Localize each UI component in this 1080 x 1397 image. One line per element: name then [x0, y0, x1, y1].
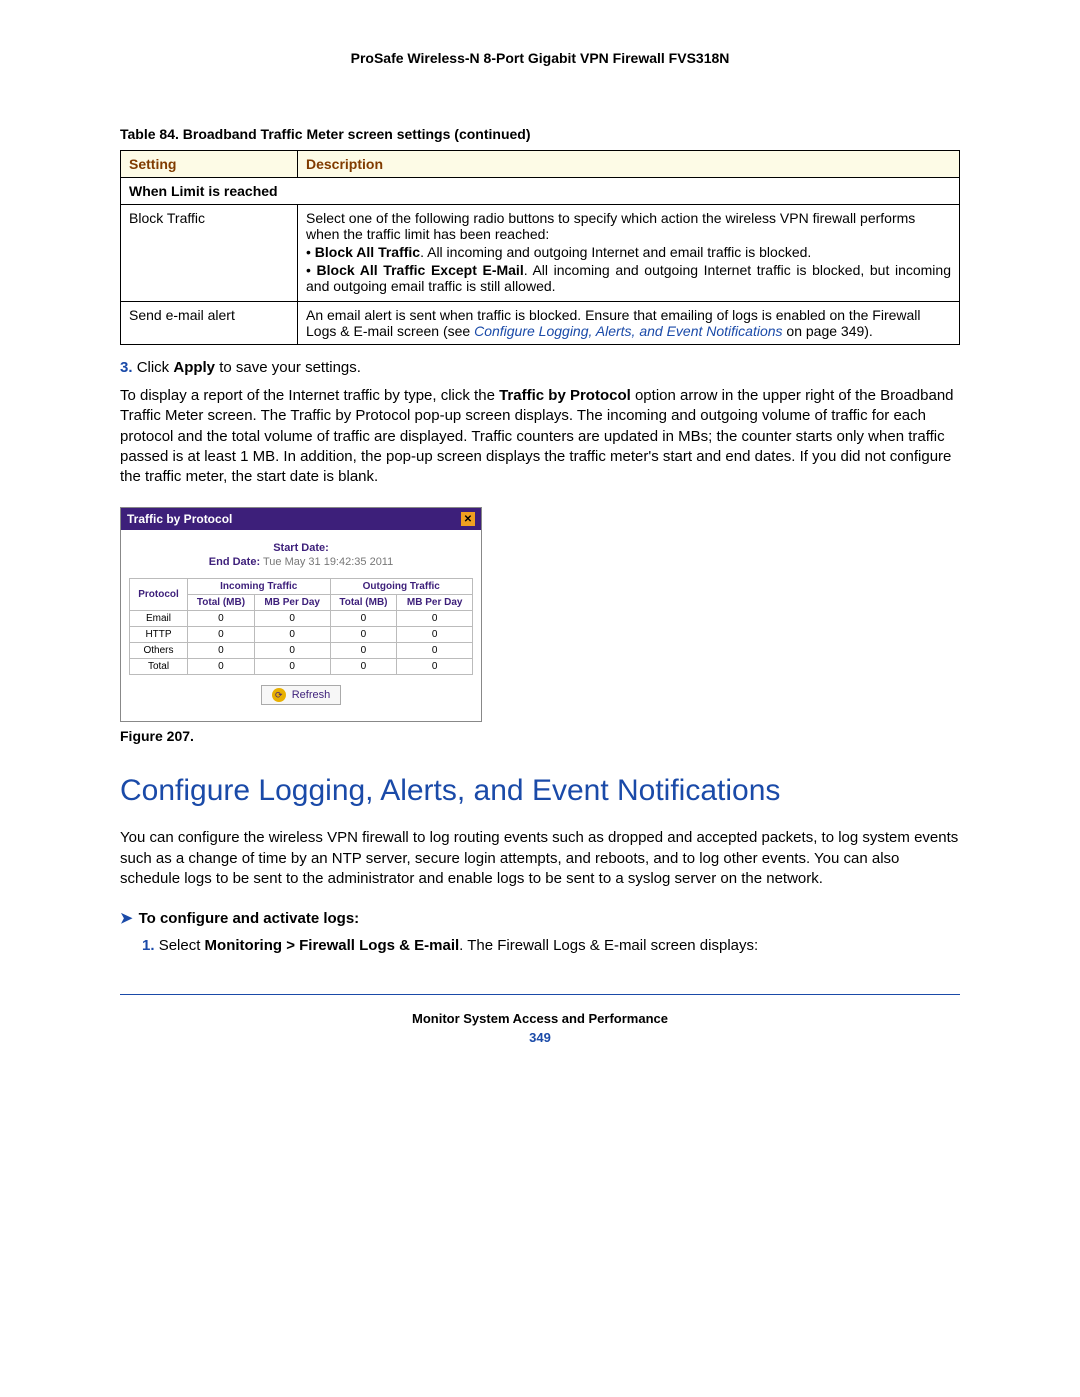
table-row: Others 0 0 0 0 [130, 643, 473, 659]
cell-protocol: Others [130, 643, 188, 659]
footer-rule [120, 994, 960, 995]
popup-body: Start Date: End Date: Tue May 31 19:42:3… [121, 530, 481, 721]
end-date-value: Tue May 31 19:42:35 2011 [263, 556, 393, 568]
cell-value: 0 [188, 611, 255, 627]
step-bold: Monitoring > Firewall Logs & E-mail [205, 937, 460, 954]
cell-value: 0 [254, 611, 330, 627]
desc-post: on page 349). [783, 323, 873, 339]
step-number: 3. [120, 359, 133, 376]
cell-value: 0 [254, 627, 330, 643]
cell-description: Select one of the following radio button… [298, 205, 960, 302]
step-pre: Click [137, 359, 174, 376]
cell-value: 0 [330, 659, 397, 675]
body-paragraph: To display a report of the Internet traf… [120, 386, 960, 487]
settings-table: Setting Description When Limit is reache… [120, 150, 960, 345]
traffic-table: Protocol Incoming Traffic Outgoing Traff… [129, 578, 473, 675]
cell-value: 0 [188, 627, 255, 643]
cell-setting: Block Traffic [121, 205, 298, 302]
cross-ref-link[interactable]: Configure Logging, Alerts, and Event Not… [474, 323, 782, 339]
cell-protocol: Email [130, 611, 188, 627]
table-caption: Table 84. Broadband Traffic Meter screen… [120, 126, 960, 142]
section-label: When Limit is reached [121, 178, 960, 205]
desc-intro: Select one of the following radio button… [306, 210, 951, 242]
end-date-label: End Date: [209, 556, 260, 568]
popup-title: Traffic by Protocol [127, 512, 232, 526]
table-row: Block Traffic Select one of the followin… [121, 205, 960, 302]
table-row: Send e-mail alert An email alert is sent… [121, 302, 960, 345]
step-1: 1. Select Monitoring > Firewall Logs & E… [142, 937, 960, 954]
step-post: . The Firewall Logs & E-mail screen disp… [459, 937, 758, 954]
refresh-icon: ⟳ [272, 688, 286, 702]
bullet-item: • Block All Traffic Except E-Mail. All i… [306, 262, 951, 294]
step-bold: Apply [173, 359, 215, 376]
table-row: HTTP 0 0 0 0 [130, 627, 473, 643]
popup-titlebar: Traffic by Protocol ✕ [121, 508, 481, 530]
refresh-label: Refresh [292, 689, 331, 701]
th-incoming: Incoming Traffic [188, 579, 330, 595]
th-setting: Setting [121, 151, 298, 178]
cell-value: 0 [188, 643, 255, 659]
step-3: 3. Click Apply to save your settings. [120, 359, 960, 376]
th-description: Description [298, 151, 960, 178]
bullet-bold: Block All Traffic Except E-Mail [317, 262, 524, 278]
cell-value: 0 [330, 627, 397, 643]
procedure-heading: ➤ To configure and activate logs: [120, 909, 960, 927]
cell-value: 0 [254, 659, 330, 675]
step-post: to save your settings. [215, 359, 361, 376]
th-protocol: Protocol [130, 579, 188, 611]
procedure-title: To configure and activate logs: [139, 910, 360, 927]
table-row: Email 0 0 0 0 [130, 611, 473, 627]
footer-title: Monitor System Access and Performance [120, 1011, 960, 1026]
th-out-total: Total (MB) [330, 595, 397, 611]
cell-value: 0 [330, 611, 397, 627]
step-number: 1. [142, 937, 155, 954]
arrow-icon: ➤ [120, 910, 133, 927]
refresh-button[interactable]: ⟳ Refresh [261, 685, 342, 705]
th-out-perday: MB Per Day [397, 595, 473, 611]
bullet-bold: Block All Traffic [315, 244, 420, 260]
cell-value: 0 [188, 659, 255, 675]
section-paragraph: You can configure the wireless VPN firew… [120, 828, 960, 889]
th-in-perday: MB Per Day [254, 595, 330, 611]
cell-value: 0 [397, 643, 473, 659]
traffic-popup: Traffic by Protocol ✕ Start Date: End Da… [120, 507, 482, 722]
cell-value: 0 [397, 627, 473, 643]
page: ProSafe Wireless-N 8-Port Gigabit VPN Fi… [0, 0, 1080, 1085]
th-outgoing: Outgoing Traffic [330, 579, 473, 595]
cell-setting: Send e-mail alert [121, 302, 298, 345]
cell-value: 0 [397, 659, 473, 675]
step-pre: Select [159, 937, 205, 954]
cell-description: An email alert is sent when traffic is b… [298, 302, 960, 345]
cell-value: 0 [330, 643, 397, 659]
section-heading: Configure Logging, Alerts, and Event Not… [120, 774, 960, 808]
figure-caption: Figure 207. [120, 728, 960, 744]
table-row: Total 0 0 0 0 [130, 659, 473, 675]
cell-value: 0 [397, 611, 473, 627]
para-pre: To display a report of the Internet traf… [120, 387, 499, 404]
cell-value: 0 [254, 643, 330, 659]
footer-page-number: 349 [120, 1030, 960, 1045]
th-in-total: Total (MB) [188, 595, 255, 611]
close-icon[interactable]: ✕ [461, 512, 475, 526]
start-date-label: Start Date: [273, 542, 329, 554]
document-title: ProSafe Wireless-N 8-Port Gigabit VPN Fi… [120, 50, 960, 66]
para-bold: Traffic by Protocol [499, 387, 631, 404]
cell-protocol: Total [130, 659, 188, 675]
cell-protocol: HTTP [130, 627, 188, 643]
bullet-rest: . All incoming and outgoing Internet and… [420, 244, 811, 260]
bullet-item: • Block All Traffic. All incoming and ou… [306, 244, 951, 260]
